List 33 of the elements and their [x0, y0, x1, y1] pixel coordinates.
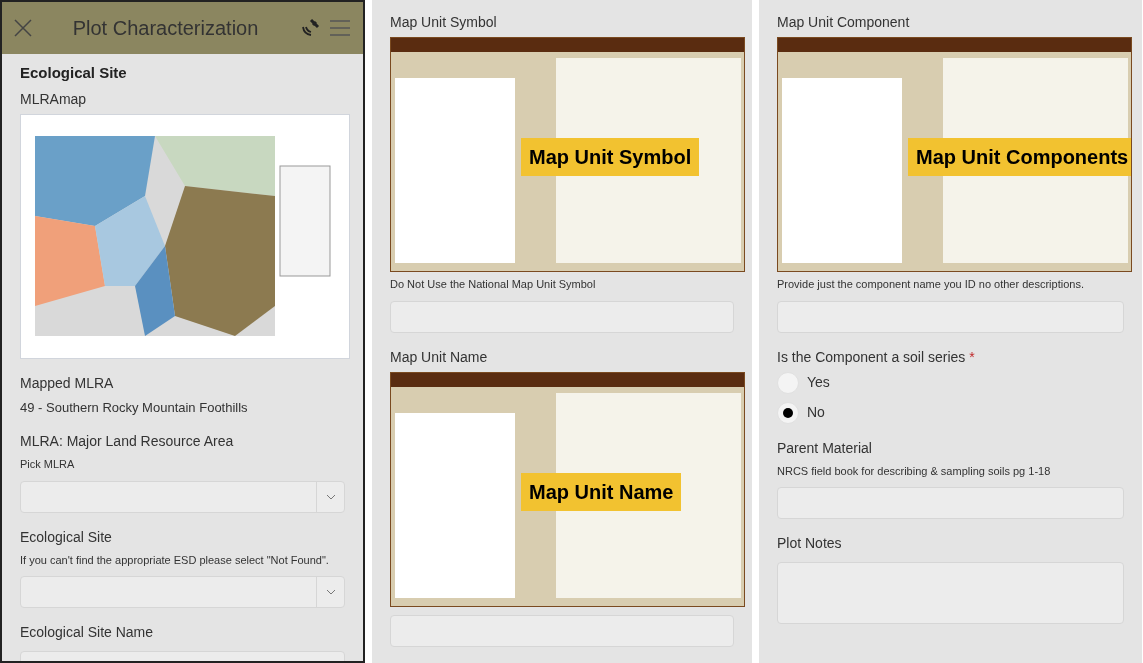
menu-icon[interactable]	[329, 19, 351, 37]
header-title: Plot Characterization	[71, 16, 260, 41]
field-hint: If you can't find the appropriate ESD please select "Not Found".	[20, 552, 330, 568]
field-value: 49 - Southern Rocky Mountain Foothills	[20, 398, 249, 417]
radio-label: No	[807, 403, 825, 422]
field-label: MLRAmap	[20, 89, 87, 109]
field-hint: Provide just the component name you ID no other descriptions.	[777, 277, 1085, 292]
callout-label: Map Unit Name	[521, 472, 682, 511]
chevron-down-icon	[325, 589, 336, 595]
field-label: Parent Material	[777, 438, 872, 458]
radio-button[interactable]	[777, 401, 799, 424]
field-label: Plot Notes	[777, 534, 842, 553]
field-label: Map Unit Name	[390, 347, 488, 367]
field-hint: NRCS field book for describing & sampling soils pg 1-18	[777, 463, 1052, 479]
close-icon[interactable]	[14, 19, 32, 37]
field-hint: Do Not Use the National Map Unit Symbol	[390, 277, 597, 292]
field-label: Map Unit Symbol	[390, 13, 497, 32]
section-heading: Ecological Site	[20, 63, 127, 83]
field-hint: Pick MLRA	[20, 457, 76, 472]
dropdown-field[interactable]	[20, 480, 345, 513]
field-label: Ecological Site Name	[20, 623, 154, 642]
satellite-icon[interactable]	[299, 17, 321, 39]
required-mark: *	[969, 347, 975, 367]
chevron-down-icon	[325, 493, 336, 500]
dropdown-field[interactable]	[20, 576, 345, 608]
field-label: Ecological Site	[20, 527, 112, 547]
radio-label: Yes	[807, 373, 830, 392]
callout-label: Map Unit Components	[908, 138, 1131, 176]
callout-label: Map Unit Symbol	[521, 138, 700, 176]
field-label: MLRA: Major Land Resource Area	[20, 432, 234, 451]
field-label: Map Unit Component	[777, 13, 910, 32]
field-label: Is the Component a soil series	[777, 347, 966, 367]
field-label: Mapped MLRA	[20, 373, 114, 393]
